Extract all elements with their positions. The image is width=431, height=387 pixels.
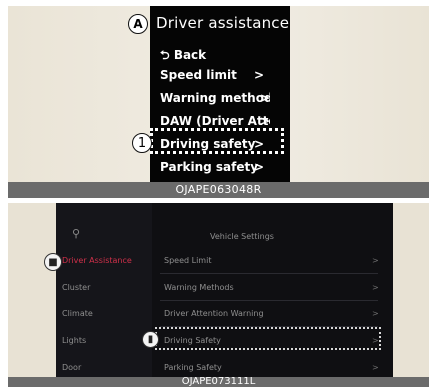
- menu-divider: [160, 300, 378, 301]
- menu-item-label: DAW (Driver Atte: [160, 114, 270, 128]
- callout-a-marker: A: [128, 14, 148, 34]
- menu-item-warning-methods[interactable]: Warning Methods: [164, 283, 234, 292]
- menu-item-warning-methods[interactable]: Warning methods >: [160, 91, 270, 105]
- menu-item-parking-safety[interactable]: Parking safety >: [160, 160, 270, 174]
- callout-1-marker: 1: [132, 133, 152, 153]
- sidebar-item-driver-assistance[interactable]: Driver Assistance: [62, 256, 132, 265]
- back-button[interactable]: ⮌ Back: [160, 46, 206, 67]
- menu-title: Driver assistance: [156, 14, 290, 32]
- figure-caption: OJAPE063048R: [8, 182, 429, 198]
- chevron-right-icon: >: [253, 68, 264, 82]
- menu-item-speed-limit[interactable]: Speed limit >: [160, 68, 270, 82]
- figure-caption: OJAPE073111L: [8, 377, 429, 387]
- sidebar-item-climate[interactable]: Climate: [62, 309, 93, 318]
- sidebar-item-door[interactable]: Door: [62, 363, 81, 372]
- chevron-right-icon: >: [372, 256, 379, 265]
- chevron-right-icon: >: [372, 283, 379, 292]
- menu-item-label: Speed limit: [160, 68, 237, 82]
- chevron-right-icon: >: [372, 309, 379, 318]
- menu-item-label: Warning methods: [160, 91, 270, 105]
- menu-item-label: Parking safety: [160, 160, 259, 174]
- search-icon[interactable]: ⚲: [72, 227, 80, 240]
- selection-highlight: [155, 327, 381, 350]
- menu-item-parking-safety[interactable]: Parking Safety: [164, 363, 222, 372]
- page-title: Vehicle Settings: [210, 232, 274, 241]
- chevron-right-icon: >: [253, 160, 264, 174]
- callout-a-marker: ■: [44, 253, 62, 271]
- menu-divider: [160, 273, 378, 274]
- chevron-right-icon: >: [372, 363, 379, 372]
- selection-highlight: [150, 128, 284, 154]
- sidebar-item-lights[interactable]: Lights: [62, 336, 86, 345]
- menu-item-driver-attention-warning[interactable]: Driver Attention Warning: [164, 309, 264, 318]
- back-arrow-icon: ⮌: [160, 48, 170, 62]
- callout-1-marker: ▮: [142, 331, 159, 348]
- back-label: Back: [173, 48, 207, 62]
- chevron-right-icon: >: [259, 91, 270, 105]
- sidebar-item-cluster[interactable]: Cluster: [62, 283, 90, 292]
- menu-item-daw[interactable]: DAW (Driver Atte >: [160, 114, 270, 128]
- chevron-right-icon: >: [259, 114, 270, 128]
- menu-item-speed-limit[interactable]: Speed Limit: [164, 256, 211, 265]
